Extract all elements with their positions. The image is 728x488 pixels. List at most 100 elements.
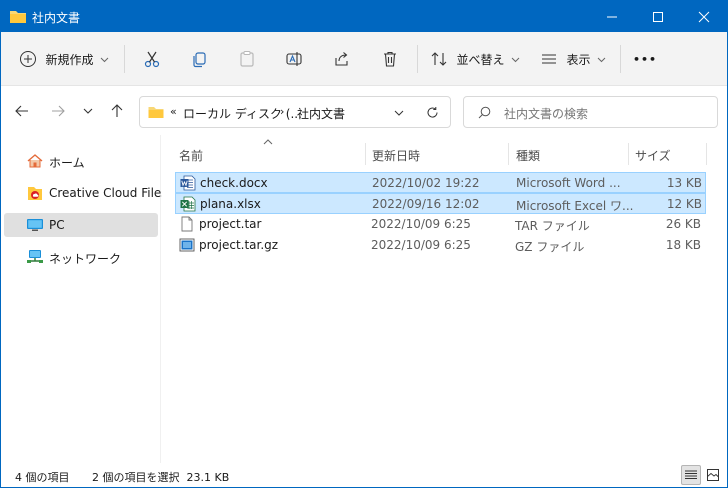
column-divider[interactable] [628, 143, 629, 165]
column-divider[interactable] [365, 143, 366, 165]
column-divider[interactable] [508, 143, 509, 165]
excel-workbook-icon [180, 196, 196, 212]
file-size: 26 KB [665, 217, 701, 231]
file-row[interactable]: check.docx 2022/10/02 19:22 Microsoft Wo… [175, 172, 706, 193]
forward-button[interactable] [45, 97, 71, 125]
rename-button[interactable] [279, 43, 309, 75]
back-button[interactable] [9, 97, 35, 125]
refresh-icon[interactable] [426, 106, 439, 119]
toolbar-divider [417, 45, 418, 73]
status-selection: 2 個の項目を選択 23.1 KB [92, 471, 230, 484]
file-row[interactable]: project.tar.gz 2022/10/09 6:25 GZ ファイル 1… [175, 235, 706, 256]
file-type: Microsoft Word ... [516, 176, 621, 190]
delete-button[interactable] [375, 43, 405, 75]
column-header-name[interactable]: 名前 [179, 143, 365, 165]
arrow-right-icon [52, 105, 65, 117]
view-button-label: 表示 [566, 52, 591, 67]
view-button[interactable]: 表示 [537, 43, 609, 75]
maximize-icon [653, 11, 663, 22]
archive-file-icon [179, 238, 195, 252]
file-explorer-window: 社内文書 新規作成 並べ替え 表示 ••• « ローカル ディスク (... ›… [0, 0, 728, 488]
trash-icon [384, 51, 396, 67]
new-button-label: 新規作成 [45, 52, 94, 67]
window-title: 社内文書 [32, 11, 81, 25]
home-icon [27, 154, 43, 168]
file-modified: 2022/10/09 6:25 [371, 238, 471, 252]
close-button[interactable] [681, 1, 727, 32]
search-placeholder: 社内文書の検索 [504, 107, 589, 121]
maximize-button[interactable] [635, 1, 681, 32]
network-icon [27, 250, 43, 263]
toolbar-divider [620, 45, 621, 73]
search-icon [478, 106, 491, 119]
sidebar-item-creative-cloud-files[interactable]: Creative Cloud Files [4, 181, 168, 205]
copy-button[interactable] [184, 43, 214, 75]
file-size: 13 KB [666, 176, 702, 190]
details-view-button[interactable] [681, 465, 701, 485]
chevron-down-icon[interactable] [394, 108, 404, 118]
file-modified: 2022/10/09 6:25 [371, 217, 471, 231]
column-divider[interactable] [706, 143, 707, 165]
column-header-size[interactable]: サイズ [635, 143, 705, 165]
toolbar-divider [124, 45, 125, 73]
paste-button[interactable] [232, 43, 262, 75]
file-name: check.docx [200, 176, 268, 190]
sort-button-label: 並べ替え [456, 52, 505, 67]
creative-cloud-folder-icon [28, 187, 42, 200]
column-header-type[interactable]: 種類 [516, 143, 628, 165]
chevron-down-icon [100, 57, 108, 62]
status-bar: 4 個の項目 2 個の項目を選択 23.1 KB [1, 463, 727, 487]
file-row[interactable]: project.tar 2022/10/09 6:25 TAR ファイル 26 … [175, 214, 706, 235]
file-modified: 2022/09/16 12:02 [372, 197, 480, 211]
recent-locations-button[interactable] [75, 97, 101, 125]
details-view-icon [685, 470, 697, 479]
file-type: Microsoft Excel ワ... [516, 199, 634, 213]
share-button[interactable] [327, 43, 357, 75]
file-modified: 2022/10/02 19:22 [372, 176, 480, 190]
sidebar-item-pc[interactable]: PC [4, 213, 158, 237]
file-name: plana.xlsx [200, 197, 261, 211]
address-segment-current-folder[interactable]: 社内文書 [297, 105, 345, 122]
copy-icon [193, 52, 206, 68]
sidebar-item-label: ネットワーク [49, 252, 122, 266]
word-document-icon [180, 175, 196, 191]
up-button[interactable] [104, 97, 130, 125]
plus-circle-icon [20, 51, 37, 67]
folder-icon [10, 11, 26, 23]
rename-icon [286, 52, 302, 66]
minimize-icon [607, 16, 617, 17]
file-size: 12 KB [666, 197, 702, 211]
file-name: project.tar [199, 217, 262, 231]
status-item-count: 4 個の項目 [15, 471, 70, 484]
file-type: TAR ファイル [515, 219, 590, 233]
address-bar[interactable]: « ローカル ディスク (... › 社内文書 [139, 96, 451, 128]
clipboard-icon [240, 51, 254, 67]
title-bar: 社内文書 [1, 1, 727, 32]
address-separator[interactable]: › [280, 105, 284, 118]
sidebar-item-home[interactable]: ホーム [4, 149, 158, 173]
more-options-label: ••• [632, 52, 658, 66]
sidebar-item-network[interactable]: ネットワーク [4, 245, 158, 269]
more-options-button[interactable]: ••• [630, 43, 660, 75]
large-icons-view-icon [707, 469, 719, 481]
file-type: GZ ファイル [515, 240, 585, 254]
minimize-button[interactable] [589, 1, 635, 32]
address-row: « ローカル ディスク (... › 社内文書 社内文書の検索 [1, 87, 727, 135]
sidebar-item-label: ホーム [49, 156, 85, 170]
view-lines-icon [542, 54, 557, 64]
address-overflow-chevron[interactable]: « [170, 105, 177, 118]
pc-icon [27, 219, 43, 231]
sort-button[interactable]: 並べ替え [429, 43, 521, 75]
chevron-down-icon [511, 57, 519, 62]
column-header-modified[interactable]: 更新日時 [372, 143, 508, 165]
sidebar-item-label: PC [49, 218, 65, 232]
blank-file-icon [181, 216, 193, 232]
search-input[interactable]: 社内文書の検索 [463, 96, 718, 128]
file-row[interactable]: plana.xlsx 2022/09/16 12:02 Microsoft Ex… [175, 193, 706, 214]
large-icons-view-button[interactable] [703, 465, 723, 485]
close-icon [698, 11, 710, 22]
new-button[interactable]: 新規作成 [15, 43, 113, 75]
arrow-up-icon [111, 104, 123, 117]
cut-button[interactable] [137, 43, 167, 75]
chevron-down-icon [83, 108, 93, 114]
